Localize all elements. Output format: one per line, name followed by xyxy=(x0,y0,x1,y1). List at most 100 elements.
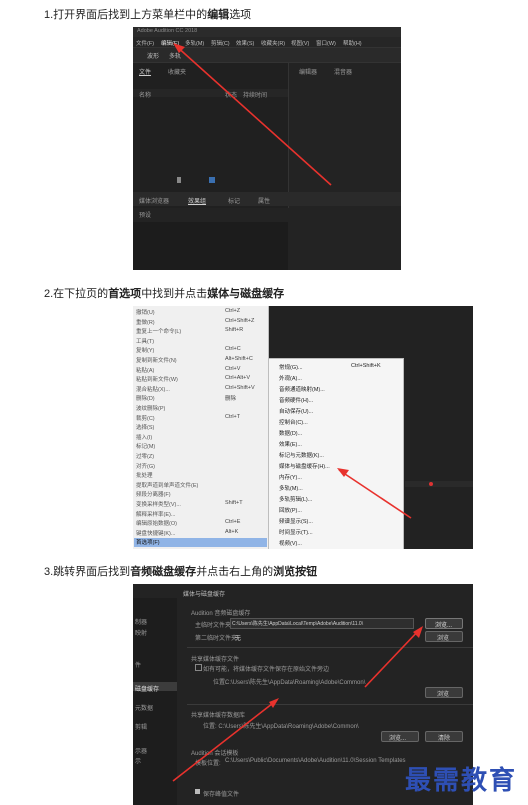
loop-icon[interactable] xyxy=(209,177,215,183)
edit-menu-shortcut: Ctrl+T xyxy=(225,413,241,420)
preferences-submenu-item[interactable]: 媒体与磁盘缓存(H)... xyxy=(279,462,330,470)
menu-window[interactable]: 窗口(W) xyxy=(316,39,336,47)
edit-menu-item-label: 复制(Y) xyxy=(136,348,155,355)
edit-menu-item-label: 标记(M) xyxy=(136,444,156,451)
edit-menu-item[interactable]: 删除(D) xyxy=(136,394,155,402)
template-location-value: C:\Users\Public\Documents\Adobe\Audition… xyxy=(225,758,406,764)
location-value: C:\Users\陈先生\AppData\Roaming\Adobe\Commo… xyxy=(225,680,366,686)
tab-properties[interactable]: 属性 xyxy=(258,196,270,205)
section-cache-database: 共享媒体缓存数据库 xyxy=(191,713,246,719)
preferences-submenu-item[interactable]: 外观(A)... xyxy=(279,374,302,382)
menu-edit[interactable]: 编辑(E) xyxy=(161,39,179,47)
temp-folder-label: 主临时文件夹: xyxy=(195,623,233,629)
menu-effects[interactable]: 效果(S) xyxy=(236,39,254,47)
preferences-submenu-item[interactable]: 频谱显示(S)... xyxy=(279,517,313,525)
nav-item-3[interactable]: 件 xyxy=(135,660,141,669)
edit-menu-item[interactable]: 对齐(G) xyxy=(136,462,155,470)
preferences-submenu-item[interactable]: 时间显示(T)... xyxy=(279,528,313,536)
nav-item-8[interactable]: 示 xyxy=(135,756,141,765)
section-shared-cache-files: 共享媒体缓存文件 xyxy=(191,657,240,663)
tab-files[interactable]: 文件 xyxy=(139,67,151,76)
edit-menu-item-label: 键盘快捷键(K)... xyxy=(136,530,176,537)
edit-menu-item-label: 重复上一个命令(L) xyxy=(136,329,182,336)
edit-menu-item-label: 解释采样率(E)... xyxy=(136,511,176,518)
nav-item-2[interactable]: 映射 xyxy=(135,628,147,637)
play-icon[interactable] xyxy=(177,177,187,183)
waveform-button[interactable]: 波形 xyxy=(147,51,159,60)
edit-menu-item[interactable]: 重做(R) xyxy=(136,318,155,326)
edit-menu-item[interactable]: 频段分离器(F) xyxy=(136,490,171,498)
tab-favorites[interactable]: 收藏夹 xyxy=(168,67,186,76)
menu-favorites[interactable]: 收藏夹(R) xyxy=(261,39,285,47)
edit-menu-shortcut: Alt+K xyxy=(225,528,239,535)
save-peak-checkbox[interactable] xyxy=(195,789,200,794)
nav-item-5[interactable]: 元数据 xyxy=(135,703,153,712)
edit-menu-item-label: 粘贴到新文件(W) xyxy=(136,377,178,384)
edit-menu-item[interactable]: 重复上一个命令(L) xyxy=(136,327,181,335)
save-beside-checkbox[interactable] xyxy=(195,664,202,671)
preferences-submenu-item[interactable]: 音频通道映射(M)... xyxy=(279,385,325,393)
files-panel xyxy=(133,63,289,208)
edit-menu-item[interactable]: 工具(T) xyxy=(136,337,154,345)
edit-menu-item[interactable]: 粘贴到新文件(W) xyxy=(136,375,178,383)
edit-menu-item-label: 裁剪(C) xyxy=(136,415,155,422)
menu-file[interactable]: 文件(F) xyxy=(136,39,154,47)
preferences-submenu-item[interactable]: 效果(E)... xyxy=(279,440,302,448)
step-3-caption: 3.跳转界面后找到音频磁盘缓存并点击右上角的浏览按钮 xyxy=(44,566,318,578)
template-location-label: 模板位置: xyxy=(195,761,221,767)
tab-media-browser[interactable]: 媒体浏览器 xyxy=(139,196,169,205)
edit-menu-item[interactable]: 变换采样类型(V)... xyxy=(136,500,181,508)
column-duration[interactable]: 持续时间 xyxy=(243,90,267,99)
multitrack-button[interactable]: 多轨 xyxy=(169,51,181,60)
nav-item-media-cache[interactable]: 磁盘缓存 xyxy=(135,684,159,693)
preferences-submenu-item[interactable]: 数据(D)... xyxy=(279,429,302,437)
edit-menu-item[interactable]: 混合粘贴(X)... xyxy=(136,385,170,393)
preferences-submenu-item[interactable]: 控制台(C)... xyxy=(279,418,308,426)
edit-menu-item[interactable]: 插入(I) xyxy=(136,433,152,441)
nav-item-1[interactable]: 制器 xyxy=(135,617,147,626)
tab-markers[interactable]: 标记 xyxy=(228,196,240,205)
tab-mixer[interactable]: 混音器 xyxy=(334,67,352,76)
edit-menu-item[interactable]: 提取声道到单声道文件(E) xyxy=(136,481,198,489)
preferences-submenu-item[interactable]: 视频(V)... xyxy=(279,539,302,547)
edit-menu-item[interactable]: 复制(Y) xyxy=(136,346,154,354)
tab-editor[interactable]: 编辑器 xyxy=(299,67,317,76)
preferences-submenu-item[interactable]: 音频硬件(H)... xyxy=(279,396,313,404)
edit-menu-item[interactable]: 键盘快捷键(K)... xyxy=(136,529,175,537)
nav-item-7[interactable]: 示器 xyxy=(135,746,147,755)
edit-menu-item-label: 复制到新文件(N) xyxy=(136,358,177,364)
record-icon[interactable] xyxy=(429,482,433,486)
edit-menu-shortcut: Shift+T xyxy=(225,500,243,506)
menu-clip[interactable]: 剪辑(C) xyxy=(211,39,230,47)
edit-menu-item[interactable]: 批处理 xyxy=(136,471,153,479)
edit-menu-item[interactable]: 首选项(F) xyxy=(136,538,160,546)
preferences-submenu-item[interactable]: 自动保存(U)... xyxy=(279,407,313,415)
edit-menu-item[interactable]: 复制到新文件(N) xyxy=(136,356,177,364)
column-status[interactable]: 状态 xyxy=(225,90,237,99)
menu-multitrack[interactable]: 多轨(M) xyxy=(185,39,204,47)
edit-menu-item[interactable]: 波纹删除(P) xyxy=(136,404,165,412)
preferences-submenu-item[interactable]: 回放(P)... xyxy=(279,506,302,514)
edit-menu-item[interactable]: 解释采样率(E)... xyxy=(136,510,175,518)
menu-view[interactable]: 视图(V) xyxy=(291,39,309,47)
preferences-submenu-item[interactable]: 多轨(M)... xyxy=(279,484,303,492)
column-name[interactable]: 名称 xyxy=(139,90,151,99)
browse-label-database: 浏览... xyxy=(389,736,407,742)
tab-effects-rack[interactable]: 效果组 xyxy=(188,196,206,205)
step-2-caption: 2.在下拉页的首选项中找到并点击媒体与磁盘缓存 xyxy=(44,288,285,300)
nav-item-6[interactable]: 剪辑 xyxy=(135,722,147,731)
edit-menu-item[interactable]: 标记(M) xyxy=(136,442,155,450)
preferences-submenu-item[interactable]: 多轨剪辑(L)... xyxy=(279,495,312,503)
edit-menu-item[interactable]: 选择(S) xyxy=(136,423,154,431)
edit-menu-item[interactable]: 编辑原始数据(O) xyxy=(136,519,177,527)
preferences-submenu-item[interactable]: 内存(Y)... xyxy=(279,473,302,481)
preferences-submenu-item[interactable]: 标记与元数据(K)... xyxy=(279,451,324,459)
edit-menu-item[interactable]: 粘贴(A) xyxy=(136,366,154,374)
edit-menu-item-label: 波纹删除(P) xyxy=(136,406,166,412)
edit-menu-item[interactable]: 过零(Z) xyxy=(136,452,154,460)
menu-help[interactable]: 帮助(H) xyxy=(343,39,362,47)
temp-folder-value: C:\Users\陈先生\AppData\Local\Temp\Adobe\Au… xyxy=(232,621,364,627)
edit-menu-item[interactable]: 裁剪(C) xyxy=(136,414,155,422)
edit-menu-item[interactable]: 撤销(U) xyxy=(136,308,155,316)
preferences-submenu-item[interactable]: 常规(G)... xyxy=(279,363,303,371)
